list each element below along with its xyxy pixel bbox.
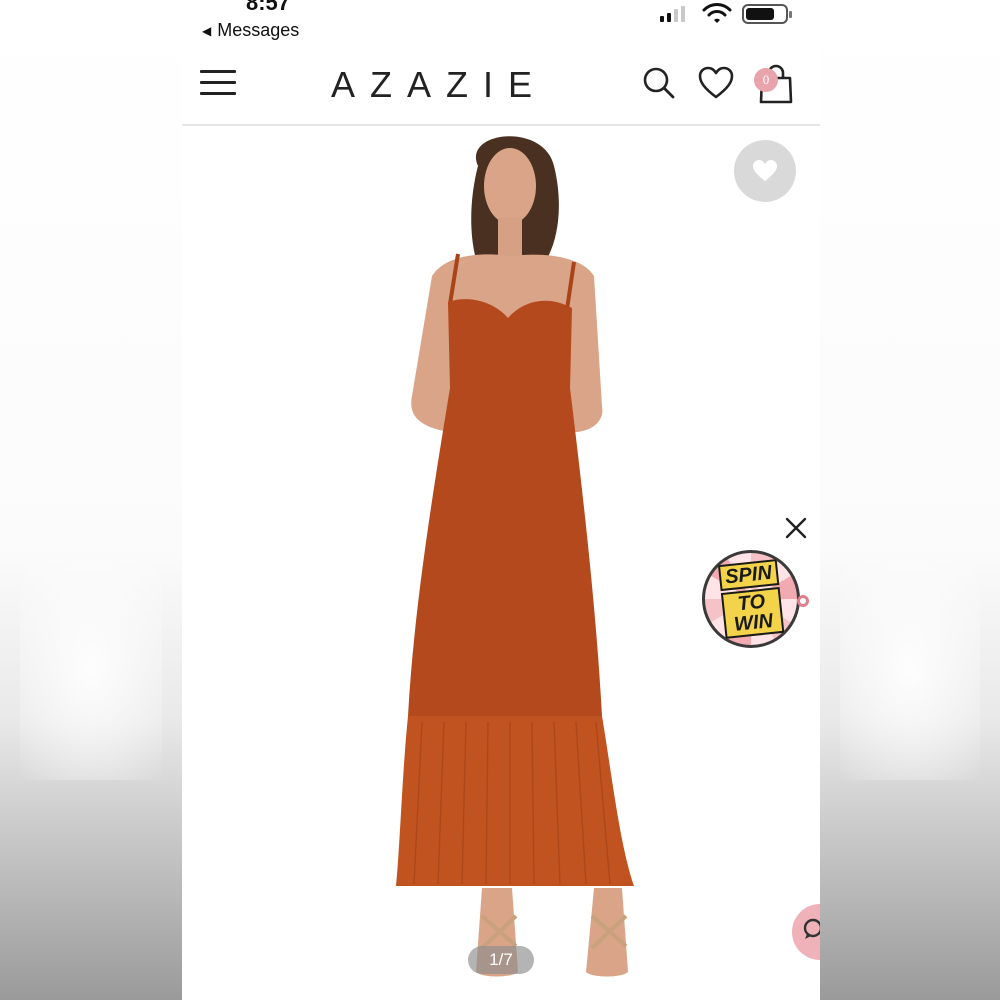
back-label: Messages [217,20,300,40]
product-image[interactable]: SPIN TO WIN 1/7 [182,126,820,1000]
close-icon[interactable] [784,516,808,540]
image-pager: 1/7 [468,946,534,974]
spin-to-win-badge[interactable]: SPIN TO WIN [702,550,809,648]
spin-text-line1: SPIN [717,559,780,592]
blurred-backdrop-left [0,0,182,1000]
phone-screen: 8:57 ◀ Messages AZAZIE 0 SPIN TO WIN 1/7 [182,0,820,1000]
blurred-backdrop-right [820,0,1000,1000]
wishlist-button[interactable] [734,140,796,202]
cart-count-badge[interactable]: 0 [754,68,778,92]
cellular-signal-icon [660,6,685,22]
status-bar: 8:57 ◀ Messages [182,0,820,48]
spin-text-line2: TO WIN [720,586,785,639]
app-header: AZAZIE 0 [182,48,820,126]
wifi-icon [702,3,732,23]
brand-logo[interactable]: AZAZIE [318,64,560,106]
heart-icon[interactable] [698,66,734,100]
chat-bubble-icon [803,918,820,939]
back-arrow-icon: ◀ [202,23,212,38]
back-to-messages-link[interactable]: ◀ Messages [202,20,299,41]
search-icon[interactable] [642,66,676,100]
pin-icon [797,595,809,607]
battery-icon [742,4,792,24]
menu-icon[interactable] [200,70,236,100]
heart-filled-icon [753,160,777,181]
status-time: 8:57 [246,0,291,15]
